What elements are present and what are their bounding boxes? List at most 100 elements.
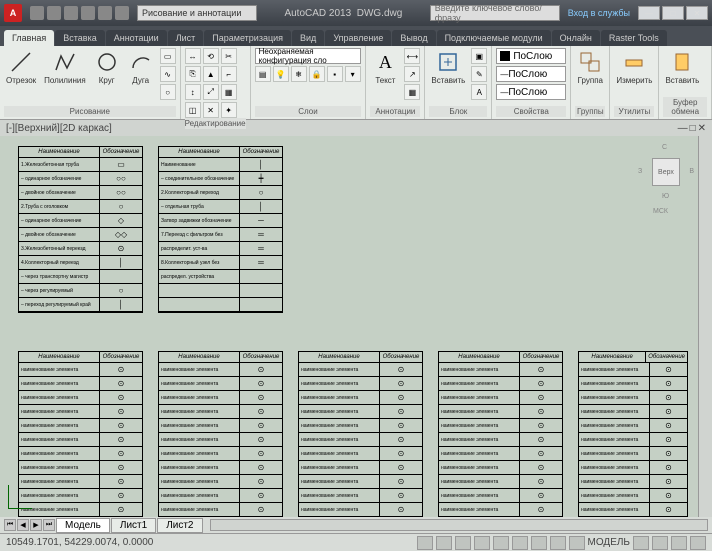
login-link[interactable]: Вход в службы: [568, 8, 630, 18]
qat-redo[interactable]: [98, 6, 112, 20]
horizontal-scrollbar[interactable]: [210, 519, 709, 531]
grid-toggle[interactable]: [436, 536, 452, 550]
scale-icon[interactable]: ⤢: [203, 84, 219, 100]
panel-layers-title: Слои: [255, 106, 362, 117]
viewcube-face[interactable]: Верх: [652, 158, 680, 186]
measure-button[interactable]: Измерить: [614, 48, 654, 87]
tab-output[interactable]: Вывод: [392, 30, 435, 46]
tab-online[interactable]: Онлайн: [552, 30, 600, 46]
panel-utils-title: Утилиты: [614, 106, 654, 117]
otrack-toggle[interactable]: [512, 536, 528, 550]
erase-icon[interactable]: ✕: [203, 102, 219, 118]
drawing-table: НаименованиеОбозначениенаименование элем…: [578, 351, 688, 517]
dyn-toggle[interactable]: [531, 536, 547, 550]
layer-more-icon[interactable]: ▾: [345, 66, 361, 82]
linetype-combo[interactable]: — ПоСлою: [496, 84, 566, 100]
status-extra3[interactable]: [671, 536, 687, 550]
line-button[interactable]: Отрезок: [4, 48, 38, 87]
lineweight-combo[interactable]: — ПоСлою: [496, 66, 566, 82]
layout2-tab[interactable]: Лист2: [157, 518, 202, 533]
viewcube[interactable]: С Ю З В Верх: [638, 144, 694, 200]
stretch-icon[interactable]: ↕: [185, 84, 201, 100]
dim-icon[interactable]: ⟷: [404, 48, 420, 64]
tab-param[interactable]: Параметризация: [204, 30, 291, 46]
close-button[interactable]: ✕: [686, 6, 708, 20]
move-icon[interactable]: ↔: [185, 48, 201, 64]
copy-icon[interactable]: ⎘: [185, 66, 201, 82]
lwt-toggle[interactable]: [550, 536, 566, 550]
tab-manage[interactable]: Управление: [325, 30, 391, 46]
layer-combo[interactable]: Неохраняемая конфигурация сло: [255, 48, 362, 64]
qat-undo[interactable]: [81, 6, 95, 20]
panel-groups: Группа Группы: [571, 46, 610, 119]
edit-block-icon[interactable]: ✎: [471, 66, 487, 82]
status-extra2[interactable]: [652, 536, 668, 550]
tab-nav-first[interactable]: ⏮: [4, 519, 16, 531]
qat-print[interactable]: [115, 6, 129, 20]
workspace-combo[interactable]: Рисование и аннотации: [137, 5, 257, 21]
tab-plugins[interactable]: Подключаемые модули: [437, 30, 551, 46]
tab-nav-prev[interactable]: ◀: [17, 519, 29, 531]
vp-min-icon[interactable]: —: [678, 123, 688, 134]
create-block-icon[interactable]: ▣: [471, 48, 487, 64]
table-icon[interactable]: ▦: [404, 84, 420, 100]
attr-icon[interactable]: A: [471, 84, 487, 100]
modelspace-label[interactable]: МОДЕЛЬ: [588, 537, 630, 548]
ortho-toggle[interactable]: [455, 536, 471, 550]
model-tab[interactable]: Модель: [56, 518, 110, 533]
fillet-icon[interactable]: ⌐: [221, 66, 237, 82]
drawing-canvas[interactable]: С Ю З В Верх МСК НаименованиеОбозначение…: [0, 136, 712, 517]
explode-icon[interactable]: ✦: [221, 102, 237, 118]
layer-color-icon[interactable]: ▪: [327, 66, 343, 82]
color-combo[interactable]: ПоСлою: [496, 48, 566, 64]
array-icon[interactable]: ▦: [221, 84, 237, 100]
panel-props-title: Свойства: [496, 106, 566, 117]
polar-toggle[interactable]: [474, 536, 490, 550]
layout1-tab[interactable]: Лист1: [111, 518, 156, 533]
status-extra4[interactable]: [690, 536, 706, 550]
vertical-scrollbar[interactable]: [698, 136, 712, 517]
tab-view[interactable]: Вид: [292, 30, 324, 46]
app-logo[interactable]: A: [4, 4, 22, 22]
minimize-button[interactable]: —: [638, 6, 660, 20]
layer-off-icon[interactable]: 💡: [273, 66, 289, 82]
osnap-toggle[interactable]: [493, 536, 509, 550]
arc-button[interactable]: Дуга: [126, 48, 156, 87]
search-input[interactable]: Введите ключевое слово/фразу: [430, 5, 560, 21]
spline-icon[interactable]: ∿: [160, 66, 176, 82]
insert-button[interactable]: Вставить: [429, 48, 467, 87]
snap-toggle[interactable]: [417, 536, 433, 550]
rect-icon[interactable]: ▭: [160, 48, 176, 64]
tab-nav-last[interactable]: ⏭: [43, 519, 55, 531]
rotate-icon[interactable]: ⟲: [203, 48, 219, 64]
tab-layout[interactable]: Лист: [168, 30, 204, 46]
text-button[interactable]: AТекст: [370, 48, 400, 87]
panel-block: Вставить ▣ ✎ A Блок: [425, 46, 492, 119]
qat-save[interactable]: [64, 6, 78, 20]
tab-raster[interactable]: Raster Tools: [601, 30, 667, 46]
vp-close-icon[interactable]: ✕: [698, 123, 706, 134]
maximize-button[interactable]: □: [662, 6, 684, 20]
layer-lock-icon[interactable]: 🔒: [309, 66, 325, 82]
status-extra1[interactable]: [633, 536, 649, 550]
tab-home[interactable]: Главная: [4, 30, 54, 46]
qat-open[interactable]: [47, 6, 61, 20]
tab-insert[interactable]: Вставка: [55, 30, 104, 46]
ellipse-icon[interactable]: ○: [160, 84, 176, 100]
ribbon: Отрезок Полилиния Круг Дуга ▭ ∿ ○ Рисова…: [0, 46, 712, 120]
vp-max-icon[interactable]: □: [690, 123, 696, 134]
leader-icon[interactable]: ↗: [404, 66, 420, 82]
qat-new[interactable]: [30, 6, 44, 20]
paste-button[interactable]: Вставить: [663, 48, 701, 87]
circle-button[interactable]: Круг: [92, 48, 122, 87]
group-button[interactable]: Группа: [575, 48, 605, 87]
offset-icon[interactable]: ◫: [185, 102, 201, 118]
layer-freeze-icon[interactable]: ❄: [291, 66, 307, 82]
tab-annotate[interactable]: Аннотации: [106, 30, 167, 46]
layer-prop-icon[interactable]: ▤: [255, 66, 271, 82]
tab-nav-next[interactable]: ▶: [30, 519, 42, 531]
qp-toggle[interactable]: [569, 536, 585, 550]
trim-icon[interactable]: ✂: [221, 48, 237, 64]
polyline-button[interactable]: Полилиния: [42, 48, 88, 87]
mirror-icon[interactable]: ▲: [203, 66, 219, 82]
